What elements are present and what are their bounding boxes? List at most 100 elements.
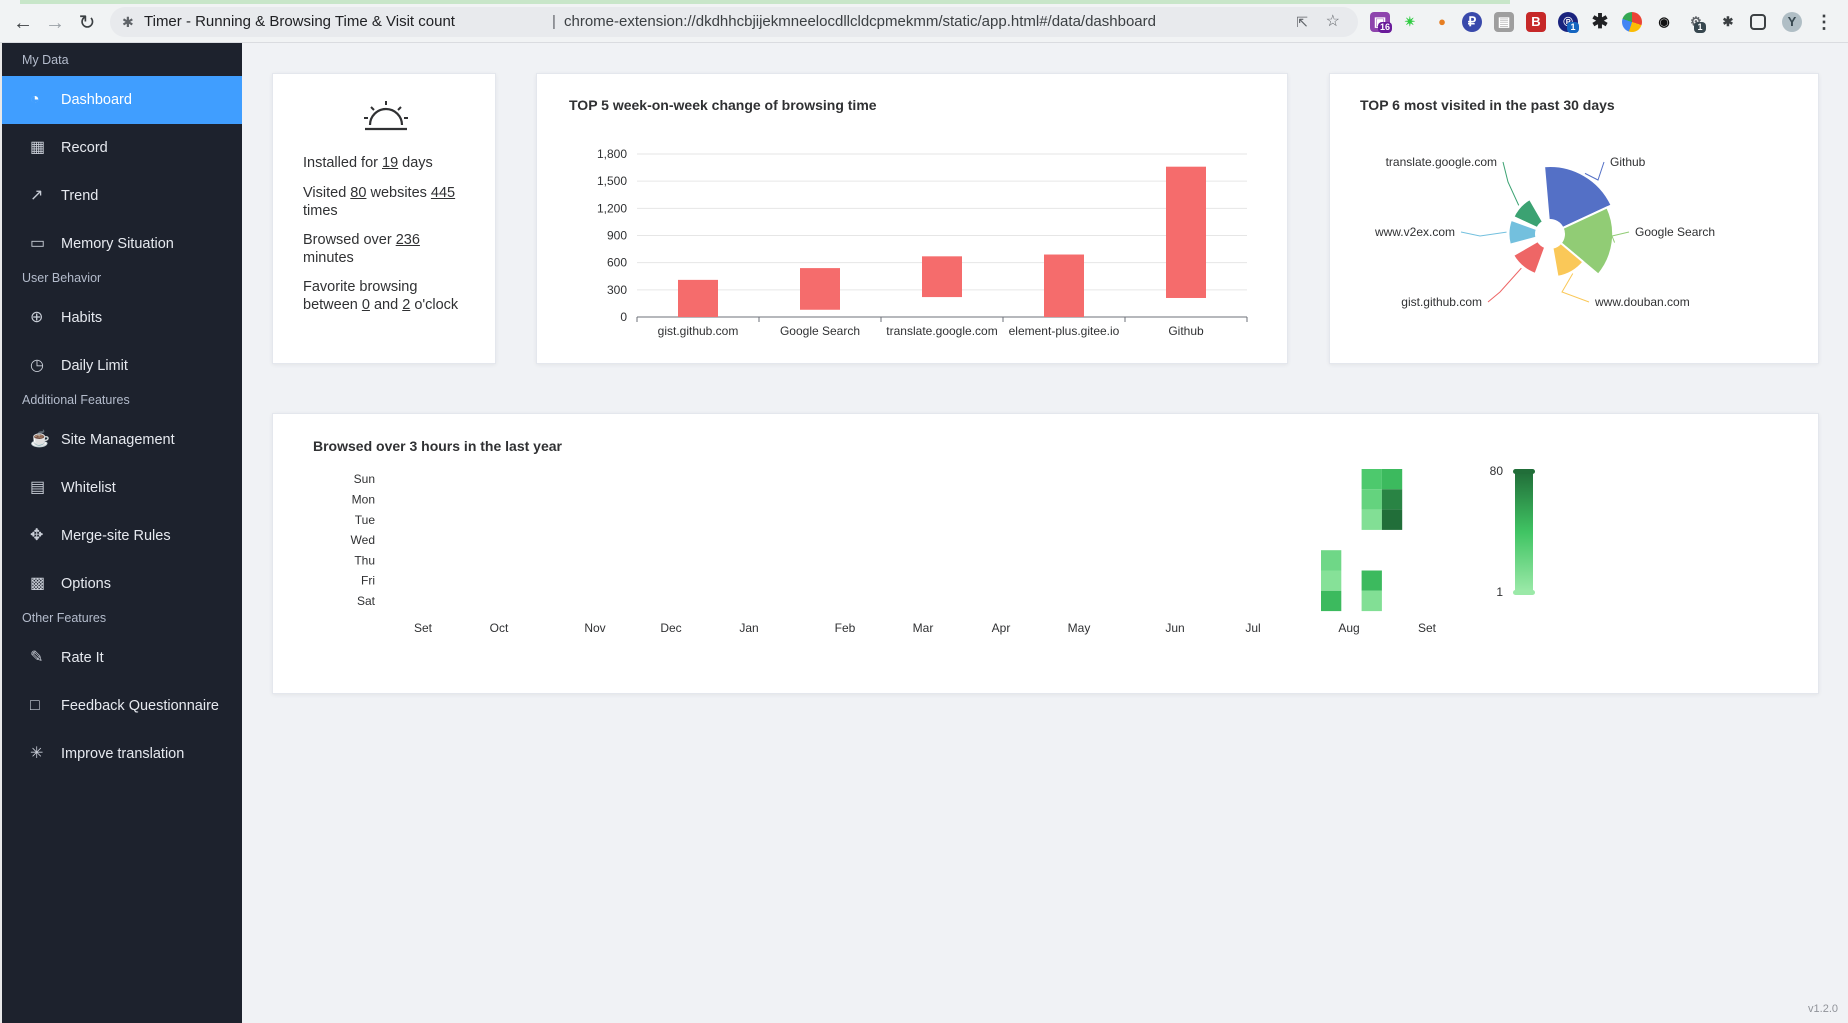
sidebar-item-record[interactable]: ▦ Record [2, 124, 242, 172]
heatmap-cell [1381, 469, 1403, 490]
browser-menu-icon[interactable]: ⋮ [1814, 12, 1834, 32]
heatmap-month-label: Jul [1245, 621, 1260, 635]
visual-map-min-handle [1513, 590, 1535, 595]
bar-element-plus-gitee-io [1044, 254, 1084, 317]
site-title: Timer - Running & Browsing Time & Visit … [144, 13, 455, 30]
sidebar-item-label: Feedback Questionnaire [61, 698, 219, 714]
rose-label: translate.google.com [1386, 155, 1497, 169]
y-tick-label: 300 [607, 283, 627, 297]
visited-sites-value: 80 [350, 185, 367, 201]
top-visited-card: TOP 6 most visited in the past 30 days G… [1329, 73, 1819, 364]
sidebar-item-trend[interactable]: ↗ Trend [2, 172, 242, 220]
heatmap-day-label: Sat [357, 594, 376, 608]
favorite-to-value: 2 [402, 297, 411, 313]
sidebar-item-whitelist[interactable]: ▤ Whitelist [2, 464, 242, 512]
sidebar-item-improve-translation[interactable]: ✳ Improve translation [2, 730, 242, 778]
x-tick-label: Google Search [780, 324, 860, 338]
aim-icon: ⊕ [30, 309, 44, 326]
sidebar-item-label: Record [61, 140, 108, 156]
visual-map-max-handle [1513, 469, 1535, 474]
heatmap-day-label: Sun [354, 472, 375, 486]
year-heatmap: Sun Mon Tue Wed Thu Fri Sat Set Oct Nov Dec Jan Feb M… [351, 464, 1535, 635]
heatmap-month-label: Jun [1165, 621, 1184, 635]
star-pen-icon: ✎ [30, 649, 44, 666]
heatmap-cell [1381, 509, 1403, 530]
visited-times-value: 445 [430, 185, 456, 201]
installed-days-text: Installed for 19 days [303, 155, 433, 171]
reload-icon[interactable]: ↻ [76, 12, 98, 34]
asterisk-extension-icon[interactable]: ✱ [1590, 12, 1610, 32]
installed-days-value: 19 [382, 155, 399, 171]
url-text[interactable]: chrome-extension://dkdhhcbjijekmneelocdl… [564, 7, 1156, 37]
extensions-puzzle-icon[interactable]: ✱ [1718, 12, 1738, 32]
b-extension-icon[interactable]: B [1526, 12, 1546, 32]
visual-map-max-label: 80 [1490, 464, 1504, 478]
heatmap-month-label: Dec [660, 621, 681, 635]
favorite-from-value: 0 [361, 297, 370, 313]
y-tick-label: 1,800 [597, 147, 627, 161]
heatmap-month-label: Feb [835, 621, 856, 635]
sidebar-item-dashboard[interactable]: ◔ Dashboard [2, 76, 242, 124]
sidebar-item-daily-limit[interactable]: ◷ Daily Limit [2, 342, 242, 390]
browser-toolbar: ← → ↻ ✱ Timer - Running & Browsing Time … [0, 0, 1848, 43]
sidebar-group-title: Additional Features [22, 393, 130, 407]
sidebar-item-merge-site-rules[interactable]: ✥ Merge-site Rules [2, 512, 242, 560]
heatmap-month-label: Set [1418, 621, 1437, 635]
y-tick-label: 0 [620, 310, 627, 324]
heatmap-card: Browsed over 3 hours in the last year Su… [272, 413, 1819, 694]
translate-extension-icon[interactable]: ₽ [1462, 12, 1482, 32]
wow-bar-chart: 0 300 600 900 1,200 1,500 1,800 gist.github.com… [597, 147, 1248, 338]
sidebar-item-label: Improve translation [61, 746, 185, 762]
bar-google-search [800, 268, 840, 310]
dashboard-icon: ◔ [30, 91, 40, 108]
visual-map-min-label: 1 [1496, 585, 1503, 599]
heatmap-cell [1321, 570, 1342, 591]
sidebar-item-label: Trend [61, 188, 99, 204]
sidebar-item-label: Options [61, 576, 111, 592]
back-icon[interactable]: ← [12, 12, 34, 34]
y-tick-label: 1,200 [597, 201, 627, 215]
rose-label: Github [1610, 155, 1646, 169]
x-tick-label: Github [1168, 324, 1204, 338]
rose-slice-gist-github-com [1512, 240, 1547, 276]
sidebar-item-label: Whitelist [61, 480, 116, 496]
sidebar-item-site-management[interactable]: ☕ Site Management [2, 416, 242, 464]
sidebar-item-habits[interactable]: ⊕ Habits [2, 294, 242, 342]
heatmap-month-label: Jan [739, 621, 758, 635]
wow-change-card: TOP 5 week-on-week change of browsing ti… [536, 73, 1288, 364]
sidebar-item-options[interactable]: ▩ Options [2, 560, 242, 608]
heatmap-day-label: Wed [351, 533, 375, 547]
sidebar-item-label: Rate It [61, 650, 104, 666]
bookmark-star-icon[interactable]: ☆ [1326, 7, 1340, 37]
side-panel-icon[interactable] [1750, 14, 1766, 30]
loading-icon: ✳ [30, 745, 44, 762]
heatmap-day-label: Tue [355, 513, 376, 527]
heatmap-month-label: Apr [992, 621, 1011, 635]
share-icon[interactable]: ⇱ [1296, 7, 1308, 37]
rank-icon: ✥ [30, 527, 44, 544]
page-load-progress [0, 0, 1510, 4]
green-star-extension-icon[interactable]: ✴ [1400, 12, 1420, 32]
timer-icon: ◷ [30, 357, 44, 374]
sunrise-icon [364, 101, 408, 131]
alien-extension-icon[interactable]: ◉ [1654, 12, 1674, 32]
avatar[interactable]: Y [1782, 12, 1802, 32]
y-tick-label: 600 [607, 256, 627, 270]
sidebar-item-rate-it[interactable]: ✎ Rate It [2, 634, 242, 682]
sidebar-item-memory-situation[interactable]: ▭ Memory Situation [2, 220, 242, 268]
set-up-icon: ▩ [30, 575, 46, 592]
forward-icon[interactable]: → [44, 12, 66, 34]
x-tick-label: element-plus.gitee.io [1009, 324, 1120, 338]
sidebar-item-feedback-questionnaire[interactable]: □ Feedback Questionnaire [2, 682, 242, 730]
fox-extension-icon[interactable]: ● [1432, 12, 1452, 32]
y-tick-label: 1,500 [597, 174, 627, 188]
sidebar-item-label: Memory Situation [61, 236, 174, 252]
chart-extension-icon[interactable] [1622, 12, 1642, 32]
heatmap-day-label: Thu [354, 553, 375, 567]
rose-label-line [1561, 273, 1590, 303]
calendar-icon: ▦ [30, 139, 46, 156]
address-bar[interactable]: ✱ Timer - Running & Browsing Time & Visi… [110, 7, 1358, 37]
chat-icon: □ [30, 697, 40, 714]
favorite-hours-text: Favorite browsing between 0 and 2 o'cloc… [303, 279, 459, 313]
store-extension-icon[interactable]: ▤ [1494, 12, 1514, 32]
